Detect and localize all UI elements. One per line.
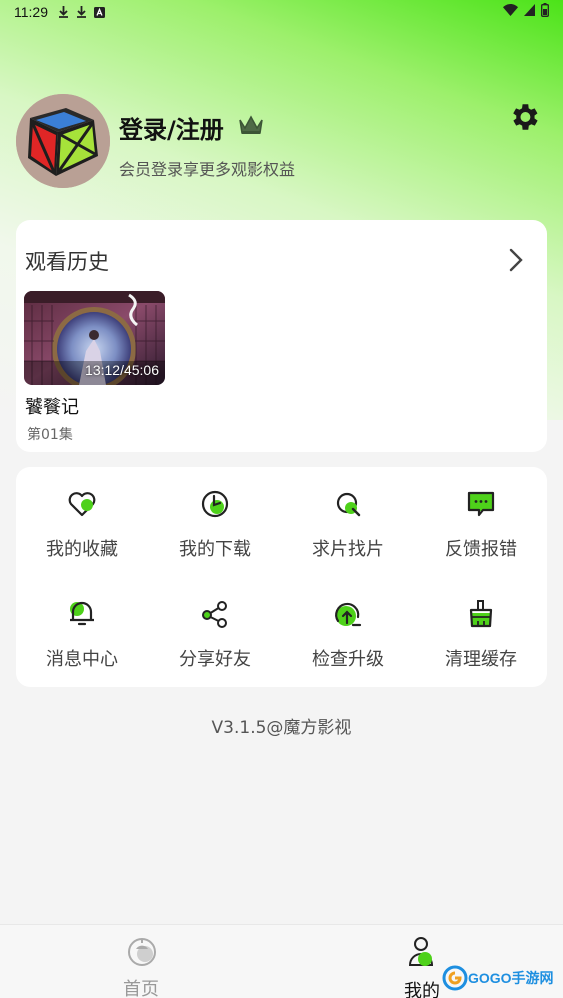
heart-icon xyxy=(67,489,97,519)
menu-label: 检查升级 xyxy=(312,649,384,670)
bell-icon xyxy=(67,599,97,629)
menu-upgrade[interactable]: 检查升级 xyxy=(282,577,414,670)
version-text: V3.1.5@魔方影视 xyxy=(211,718,352,738)
signal-icon xyxy=(524,4,535,20)
profile-header: 登录/注册 会员登录享更多观影权益 xyxy=(16,94,547,190)
menu-share[interactable]: 分享好友 xyxy=(149,577,281,670)
broom-icon xyxy=(466,599,496,629)
share-icon xyxy=(200,599,230,629)
menu-label: 分享好友 xyxy=(179,649,251,670)
watermark-logo: GOGO手游网 xyxy=(442,958,563,998)
menu-label: 清理缓存 xyxy=(445,649,517,670)
menu-favorites[interactable]: 我的收藏 xyxy=(16,467,148,560)
menu-label: 我的下载 xyxy=(179,539,251,560)
menu-feedback[interactable]: 反馈报错 xyxy=(415,467,547,560)
status-bar: 11:29 xyxy=(0,0,563,24)
vip-crown-icon xyxy=(238,114,264,140)
history-title: 观看历史 xyxy=(25,250,109,274)
menu-label: 消息中心 xyxy=(46,649,118,670)
tab-home[interactable]: 首页 xyxy=(81,925,201,998)
menu-request[interactable]: 求片找片 xyxy=(282,467,414,560)
history-episode: 第01集 xyxy=(27,427,73,443)
watch-history-card: 观看历史 13:12/45:06 饕餮记 第01集 xyxy=(16,220,547,452)
login-register-link[interactable]: 登录/注册 xyxy=(119,110,224,145)
search-icon xyxy=(333,489,363,519)
login-subtitle: 会员登录享更多观影权益 xyxy=(119,160,296,179)
battery-icon xyxy=(541,3,549,21)
profile-tab-icon xyxy=(407,935,439,967)
avatar[interactable] xyxy=(16,94,110,188)
menu-label: 我的收藏 xyxy=(46,539,118,560)
feedback-icon xyxy=(466,489,496,519)
download-notification-icon xyxy=(58,6,69,18)
wifi-icon xyxy=(503,4,518,20)
download-notification-icon xyxy=(76,6,87,18)
menu-downloads[interactable]: 我的下载 xyxy=(149,467,281,560)
app-notification-icon xyxy=(94,6,105,18)
menu-label: 求片找片 xyxy=(312,539,384,560)
function-grid-card: 我的收藏 我的下载 求片找片 反馈报错 消息中心 分享好友 检查升级 清理缓存 xyxy=(16,467,547,687)
chevron-right-icon[interactable] xyxy=(504,246,528,274)
svg-text:GOGO手游网: GOGO手游网 xyxy=(468,970,554,986)
history-video-title[interactable]: 饕餮记 xyxy=(25,393,79,419)
menu-label: 反馈报错 xyxy=(445,539,517,560)
home-tab-icon xyxy=(126,935,158,967)
menu-messages[interactable]: 消息中心 xyxy=(16,577,148,670)
tab-home-label: 首页 xyxy=(123,979,159,998)
status-time: 11:29 xyxy=(14,4,48,20)
download-icon xyxy=(200,489,230,519)
settings-gear-icon[interactable] xyxy=(507,100,541,134)
history-video-thumbnail[interactable]: 13:12/45:06 xyxy=(24,291,165,385)
history-progress-time: 13:12/45:06 xyxy=(85,362,159,378)
menu-clear-cache[interactable]: 清理缓存 xyxy=(415,577,547,670)
upgrade-icon xyxy=(333,599,363,629)
